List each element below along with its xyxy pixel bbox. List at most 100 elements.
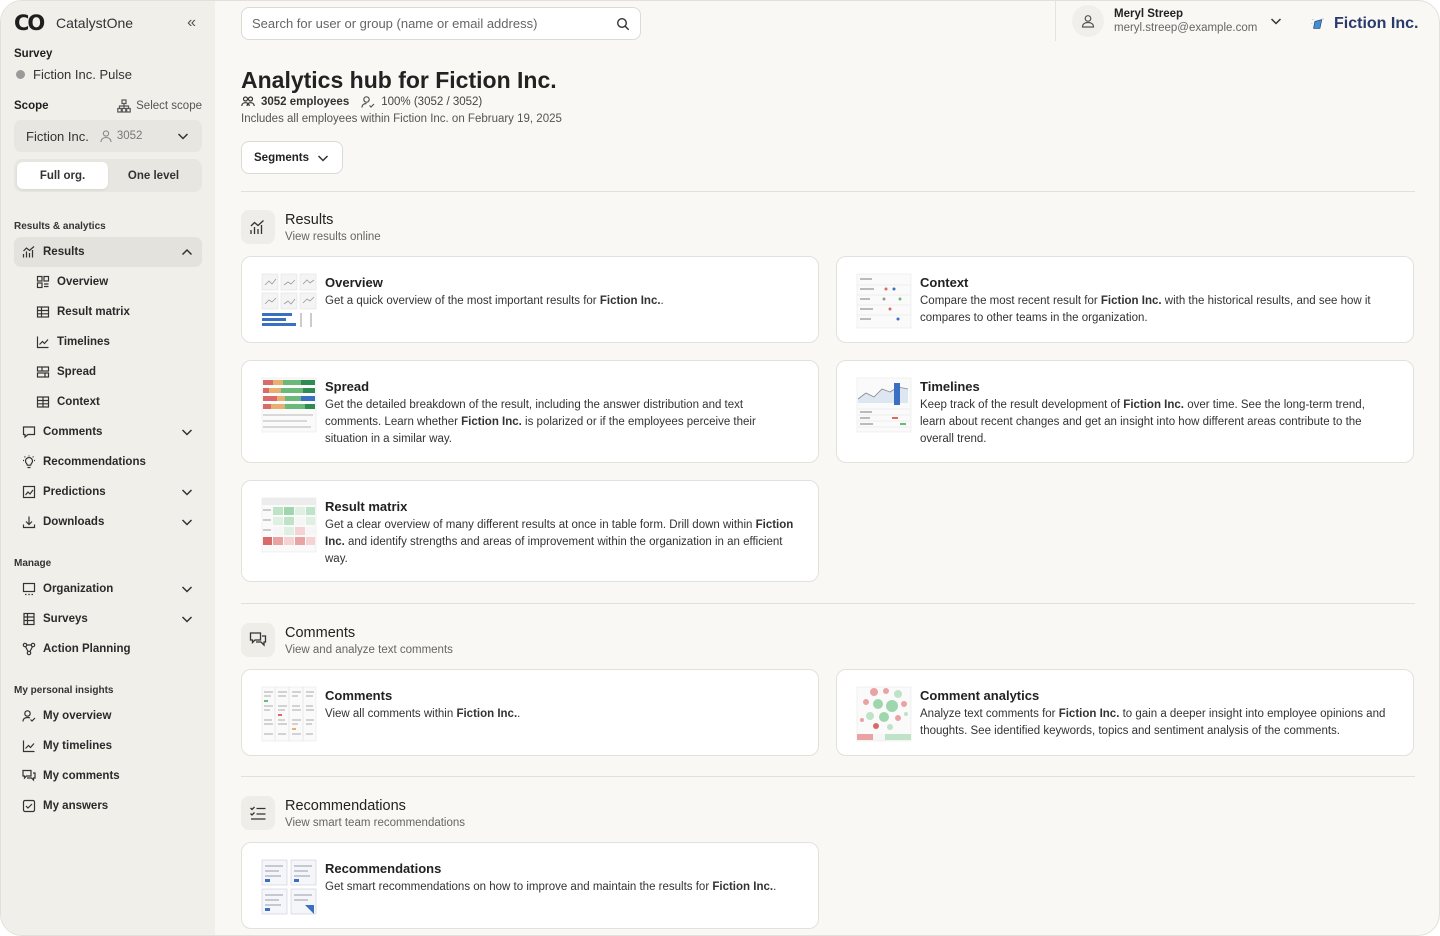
sidebar-item-timelines[interactable]: Timelines xyxy=(14,327,202,357)
sidebar-item-label: My timelines xyxy=(43,740,113,752)
sidebar-item-result-matrix[interactable]: Result matrix xyxy=(14,297,202,327)
survey-label: Survey xyxy=(14,48,53,60)
survey-list-icon xyxy=(22,612,36,626)
timelines-card[interactable]: Timelines Keep track of the result devel… xyxy=(836,360,1414,463)
response-rate-icon xyxy=(361,95,375,109)
catalystone-logo[interactable]: CO xyxy=(14,11,56,35)
card-description: Compare the most recent result for Ficti… xyxy=(920,293,1391,327)
chevron-up-icon xyxy=(180,245,194,259)
segments-button[interactable]: Segments xyxy=(241,141,343,174)
chevron-down-icon xyxy=(180,425,194,439)
sidebar-item-my-answers[interactable]: My answers xyxy=(14,791,202,821)
recommendations-thumbnail xyxy=(261,859,317,915)
recommendations-card[interactable]: Recommendations Get smart recommendation… xyxy=(241,842,819,929)
page-meta: 3052 employees 100% (3052 / 3052) xyxy=(241,95,482,109)
sidebar-item-action-planning[interactable]: Action Planning xyxy=(14,634,202,664)
user-name: Meryl Streep xyxy=(1114,8,1184,20)
user-info: Meryl Streep meryl.streep@example.com xyxy=(1114,8,1257,34)
sidebar-item-predictions[interactable]: Predictions xyxy=(14,477,202,507)
desc-text: Compare the most recent result for xyxy=(920,295,1101,307)
desc-text: . xyxy=(773,881,777,893)
sidebar-item-label: My answers xyxy=(43,800,109,812)
sidebar-item-label: Overview xyxy=(57,276,109,288)
sidebar-item-surveys[interactable]: Surveys xyxy=(14,604,202,634)
desc-text: . xyxy=(660,295,664,307)
overview-card[interactable]: Overview Get a quick overview of the mos… xyxy=(241,256,819,343)
sidebar-item-my-comments[interactable]: My comments xyxy=(14,761,202,791)
survey-selector[interactable]: Fiction Inc. Pulse xyxy=(14,67,202,82)
card-description: Get smart recommendations on how to impr… xyxy=(325,879,796,896)
results-section-header: Results View results online xyxy=(241,210,381,244)
scope-row: Scope Select scope xyxy=(14,99,202,113)
comments-card[interactable]: Comments View all comments within Fictio… xyxy=(241,669,819,756)
comment-analytics-thumbnail xyxy=(856,686,912,742)
context-card[interactable]: Context Compare the most recent result f… xyxy=(836,256,1414,343)
response-rate: 100% (3052 / 3052) xyxy=(381,96,483,108)
sidebar-item-label: Spread xyxy=(57,366,96,378)
sidebar-item-label: My comments xyxy=(43,770,120,782)
comments-icon xyxy=(22,769,36,783)
context-thumbnail xyxy=(856,273,912,329)
desc-company: Fiction Inc. xyxy=(1100,295,1162,307)
search-icon[interactable] xyxy=(616,17,630,31)
sidebar-item-my-timelines[interactable]: My timelines xyxy=(14,731,202,761)
card-description: Get the detailed breakdown of the result… xyxy=(325,397,796,448)
full-org-option[interactable]: Full org. xyxy=(17,162,108,189)
desc-company: Fiction Inc. xyxy=(456,708,518,720)
result-matrix-card[interactable]: Result matrix Get a clear overview of ma… xyxy=(241,480,819,582)
user-menu[interactable]: Meryl Streep meryl.streep@example.com xyxy=(1055,1,1283,41)
one-level-option[interactable]: One level xyxy=(108,162,199,189)
survey-name: Fiction Inc. Pulse xyxy=(33,67,132,82)
chevron-down-icon xyxy=(180,485,194,499)
results-analytics-group-label: Results & analytics xyxy=(14,221,106,232)
select-scope-label: Select scope xyxy=(136,100,202,112)
comments-icon xyxy=(241,623,275,657)
sidebar-item-recommendations[interactable]: Recommendations xyxy=(14,447,202,477)
scope-count-value: 3052 xyxy=(116,130,143,142)
sidebar-item-overview[interactable]: Overview xyxy=(14,267,202,297)
user-icon xyxy=(1081,14,1095,28)
sidebar-item-comments[interactable]: Comments xyxy=(14,417,202,447)
company-brand: Fiction Inc. xyxy=(1307,13,1418,35)
section-subtitle: View and analyze text comments xyxy=(285,643,453,656)
overview-thumbnail xyxy=(261,273,317,327)
timelines-thumbnail xyxy=(856,377,912,433)
sidebar-item-label: Context xyxy=(57,396,100,408)
select-scope-button[interactable]: Select scope xyxy=(117,99,202,113)
sidebar-item-label: Downloads xyxy=(43,516,105,528)
sidebar-item-spread[interactable]: Spread xyxy=(14,357,202,387)
results-chart-icon xyxy=(22,245,36,259)
personal-insights-group-label: My personal insights xyxy=(14,685,114,696)
card-title: Spread xyxy=(325,379,370,394)
sidebar-item-downloads[interactable]: Downloads xyxy=(14,507,202,537)
sidebar-item-results[interactable]: Results xyxy=(14,237,202,267)
spread-card[interactable]: Spread Get the detailed breakdown of the… xyxy=(241,360,819,463)
checkbox-icon xyxy=(22,799,36,813)
people-icon xyxy=(241,95,255,109)
sidebar-item-organization[interactable]: Organization xyxy=(14,574,202,604)
scope-count: 3052 xyxy=(99,129,143,143)
scope-label: Scope xyxy=(14,100,49,112)
scope-value: Fiction Inc. xyxy=(26,128,89,144)
scope-level-toggle: Full org. One level xyxy=(14,159,202,192)
section-subtitle: View smart team recommendations xyxy=(285,816,466,829)
sidebar-item-my-overview[interactable]: My overview xyxy=(14,701,202,731)
employee-count: 3052 employees xyxy=(261,96,350,108)
chevron-down-icon xyxy=(180,582,194,596)
company-logo-icon xyxy=(1307,13,1329,35)
chevron-down-icon xyxy=(1269,14,1283,28)
comment-analytics-card[interactable]: Comment analytics Analyze text comments … xyxy=(836,669,1414,756)
collapse-sidebar-icon[interactable]: « xyxy=(187,14,202,32)
page-title: Analytics hub for Fiction Inc. xyxy=(241,67,557,93)
sidebar-item-context[interactable]: Context xyxy=(14,387,202,417)
sidebar: CO CatalystOne « Survey Fiction Inc. Pul… xyxy=(1,1,215,935)
desc-text: Get a quick overview of the most importa… xyxy=(325,295,600,307)
search-input[interactable]: Search for user or group (name or email … xyxy=(241,7,641,40)
logo-row: CO CatalystOne « xyxy=(14,1,202,45)
sidebar-item-label: Comments xyxy=(43,426,103,438)
scope-dropdown[interactable]: Fiction Inc. 3052 xyxy=(14,120,202,152)
spread-thumbnail xyxy=(261,377,317,433)
sidebar-item-label: Predictions xyxy=(43,486,106,498)
desc-company: Fiction Inc. xyxy=(1058,708,1120,720)
divider xyxy=(241,603,1415,604)
